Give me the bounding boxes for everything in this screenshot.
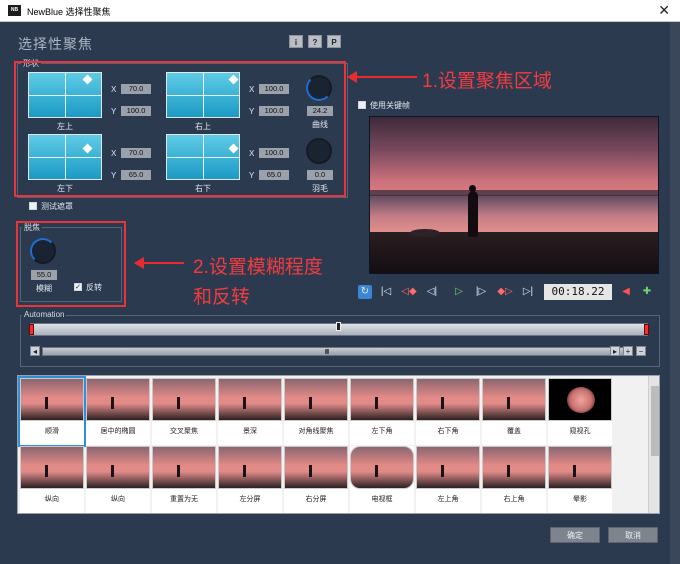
arrow-icon: [134, 257, 184, 269]
preset-label: 右上角: [503, 496, 525, 503]
highlight-shape-area: [14, 61, 346, 197]
next-keyframe-icon[interactable]: ◆▷: [497, 285, 513, 299]
cancel-button[interactable]: 取消: [608, 527, 658, 543]
timecode-display[interactable]: 00:18.22: [544, 284, 612, 300]
automation-track[interactable]: [29, 322, 649, 336]
gallery-scroll-thumb[interactable]: [651, 386, 659, 456]
test-mask-label: 测试遮罩: [41, 202, 73, 211]
preset-thumbnail[interactable]: 景深: [218, 378, 282, 445]
video-preview: [369, 116, 659, 274]
preset-label: 右下角: [437, 428, 459, 435]
preset-label: 重置为无: [170, 496, 198, 503]
preset-thumbnail[interactable]: 对角线聚焦: [284, 378, 348, 445]
start-keyframe-icon[interactable]: [29, 324, 34, 335]
preset-thumbnail[interactable]: 左上角: [416, 446, 480, 513]
preset-thumbnail[interactable]: 左下角: [350, 378, 414, 445]
step-back-icon[interactable]: ◁|: [426, 285, 438, 299]
test-mask-checkbox[interactable]: [29, 202, 37, 210]
preset-label: 对角线聚焦: [298, 428, 334, 435]
go-start-icon[interactable]: |◁: [380, 285, 392, 299]
play-icon[interactable]: ▷: [453, 285, 465, 299]
automation-label: Automation: [22, 310, 67, 319]
step-forward-icon[interactable]: |▷: [475, 285, 487, 299]
info-button[interactable]: i: [289, 35, 303, 48]
preset-thumbnail[interactable]: 右下角: [416, 378, 480, 445]
remove-keyframe-icon[interactable]: ◀: [620, 285, 632, 299]
preset-label: 窥视孔: [569, 428, 591, 435]
preset-label: 纵向: [111, 496, 125, 503]
playhead-icon[interactable]: [336, 322, 341, 331]
preset-thumbnail[interactable]: 左分屏: [218, 446, 282, 513]
preset-thumbnail[interactable]: 窥视孔: [548, 378, 612, 445]
preset-label: 左上角: [437, 496, 459, 503]
scroll-right-button[interactable]: ▸: [610, 346, 620, 356]
title-bar: NB NewBlue 选择性聚焦 ✕: [0, 0, 680, 22]
preview-rock: [410, 229, 440, 237]
preset-thumbnail[interactable]: 晕影: [548, 446, 612, 513]
preset-label: 左分屏: [239, 496, 261, 503]
help-button[interactable]: ?: [308, 35, 322, 48]
preset-label: 居中的椭圆: [100, 428, 136, 435]
dialog-window: NB NewBlue 选择性聚焦 ✕ 选择性聚焦 i ? P 形状 左上 X 7…: [0, 0, 680, 564]
preview-horizon: [370, 190, 658, 197]
preset-thumbnail[interactable]: 右分屏: [284, 446, 348, 513]
presets-button[interactable]: P: [327, 35, 341, 48]
scroll-thumb[interactable]: [325, 349, 329, 354]
preview-figure: [468, 185, 478, 237]
zoom-in-button[interactable]: +: [623, 346, 633, 356]
newblue-logo-icon: NB: [8, 5, 21, 16]
preset-thumbnail[interactable]: 纵向: [20, 446, 84, 513]
window-title: NewBlue 选择性聚焦: [27, 7, 111, 17]
gallery-scrollbar[interactable]: [648, 376, 659, 513]
loop-icon[interactable]: ↻: [358, 285, 372, 299]
annotation-step-2-line2: 和反转: [193, 287, 251, 308]
preview-shore: [370, 232, 658, 273]
preset-label: 电视框: [371, 496, 393, 503]
background-edge: [670, 22, 680, 564]
preset-label: 交叉聚焦: [170, 428, 198, 435]
zoom-out-button[interactable]: −: [636, 346, 646, 356]
preset-thumbnail[interactable]: 覆盖: [482, 378, 546, 445]
use-keyframes-checkbox[interactable]: [358, 101, 366, 109]
ok-button[interactable]: 确定: [550, 527, 600, 543]
preset-thumbnail[interactable]: 重置为无: [152, 446, 216, 513]
use-keyframes-label: 使用关键帧: [370, 101, 410, 110]
preset-label: 景深: [243, 428, 257, 435]
prev-keyframe-icon[interactable]: ◁◆: [401, 285, 417, 299]
add-keyframe-icon[interactable]: ✚: [640, 285, 654, 299]
end-keyframe-icon[interactable]: [644, 324, 649, 335]
preset-thumbnail[interactable]: 纵向: [86, 446, 150, 513]
automation-scrollbar[interactable]: [42, 347, 630, 356]
preset-label: 覆盖: [507, 428, 521, 435]
preset-thumbnail[interactable]: 电视框: [350, 446, 414, 513]
preset-label: 左下角: [371, 428, 393, 435]
preset-gallery: 顺滑 居中的椭圆 交叉聚焦 景深 对角线聚焦 左下角 右下角 覆盖 窥视孔 纵向…: [17, 375, 660, 514]
preset-thumbnail[interactable]: 居中的椭圆: [86, 378, 150, 445]
arrow-icon: [347, 71, 417, 83]
preset-label: 右分屏: [305, 496, 327, 503]
preset-thumbnail[interactable]: 交叉聚焦: [152, 378, 216, 445]
page-title: 选择性聚焦: [18, 36, 93, 52]
preset-thumbnail[interactable]: 右上角: [482, 446, 546, 513]
close-icon[interactable]: ✕: [658, 2, 670, 19]
annotation-step-1: 1.设置聚焦区域: [422, 71, 552, 92]
highlight-blur-area: [16, 221, 126, 307]
scroll-left-button[interactable]: ◂: [30, 346, 40, 356]
preset-label: 纵向: [45, 496, 59, 503]
preset-label: 晕影: [573, 496, 587, 503]
preset-thumbnail[interactable]: 顺滑: [18, 376, 86, 447]
annotation-step-2-line1: 2.设置模糊程度: [193, 257, 323, 278]
go-end-icon[interactable]: ▷|: [522, 285, 534, 299]
preset-label: 顺滑: [45, 428, 59, 435]
